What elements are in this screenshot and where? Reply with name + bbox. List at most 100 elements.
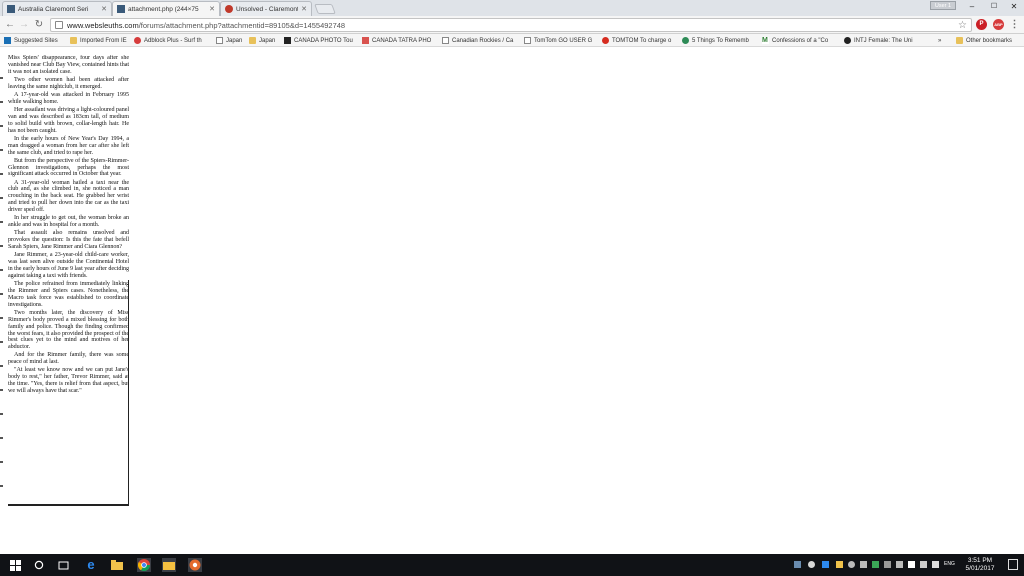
bookmark-label: Suggested Sites bbox=[14, 37, 58, 44]
scan-edge-marks bbox=[0, 55, 5, 506]
tab-title: Australia Claremont Seri bbox=[18, 5, 89, 13]
bookmark-label: Adblock Plus - Surf th bbox=[144, 37, 202, 44]
bookmarks-overflow-chevron-icon[interactable]: » bbox=[938, 36, 948, 45]
bookmark-label: CANADA PHOTO Tou bbox=[294, 37, 353, 44]
page-info-icon[interactable] bbox=[55, 21, 63, 29]
onedrive-icon[interactable] bbox=[860, 561, 867, 568]
bookmark-label: Imported From IE bbox=[80, 37, 127, 44]
bookmark-label: Japan bbox=[226, 37, 243, 44]
url-host: www.websleuths.com bbox=[67, 20, 139, 30]
menu-icon[interactable]: ⋮ bbox=[1009, 19, 1020, 30]
folder-icon bbox=[956, 37, 963, 44]
tray-app-icon[interactable] bbox=[908, 561, 915, 568]
bookmark-tomtom-to-charge[interactable]: TOMTOM To charge o bbox=[602, 36, 678, 45]
bookmark-japan-folder[interactable]: Japan bbox=[249, 36, 281, 45]
close-tab-icon[interactable]: ✕ bbox=[209, 5, 215, 13]
volume-icon[interactable] bbox=[932, 561, 939, 568]
folder-icon bbox=[249, 37, 256, 44]
tab-australia-claremont[interactable]: Australia Claremont Seri ✕ bbox=[2, 1, 112, 16]
browser-toolbar: ← → ↻ www.websleuths.com /forums/attachm… bbox=[0, 16, 1024, 34]
medium-m-icon: M bbox=[762, 37, 769, 44]
folder-app-icon[interactable] bbox=[162, 558, 176, 572]
close-tab-icon[interactable]: ✕ bbox=[301, 5, 307, 13]
tray-app-icon[interactable] bbox=[794, 561, 801, 568]
edge-browser-icon[interactable]: e bbox=[84, 558, 98, 572]
address-bar[interactable]: www.websleuths.com /forums/attachment.ph… bbox=[50, 18, 972, 32]
tomtom-icon bbox=[602, 37, 609, 44]
other-bookmarks-folder[interactable]: Other bookmarks bbox=[956, 36, 1022, 45]
new-tab-button[interactable] bbox=[314, 4, 336, 14]
task-view-icon[interactable] bbox=[56, 558, 70, 572]
system-clock[interactable]: 3:51 PM 5/01/2017 bbox=[958, 557, 1002, 573]
adblock-icon[interactable]: ABP bbox=[993, 19, 1004, 30]
clock-time: 3:51 PM bbox=[967, 557, 993, 564]
taskbar: e ENG 3:51 PM 5/01/2017 bbox=[0, 554, 1024, 576]
title-bar: Australia Claremont Seri ✕ attachment.ph… bbox=[0, 0, 1024, 16]
bookmark-label: TOMTOM To charge o bbox=[612, 37, 672, 44]
article-paragraph: Miss Spiers' disappearance, four days af… bbox=[8, 55, 129, 75]
tray-app-icon[interactable] bbox=[822, 561, 829, 568]
tray-app-icon[interactable] bbox=[884, 561, 891, 568]
bookmark-suggested-sites[interactable]: Suggested Sites bbox=[4, 36, 68, 45]
bookmark-canada-photo-tour[interactable]: CANADA PHOTO Tou bbox=[284, 36, 358, 45]
article-paragraph: Two months later, the discovery of Miss … bbox=[8, 309, 129, 351]
pinterest-icon[interactable]: P bbox=[976, 19, 987, 30]
bookmark-5-things-to-remember[interactable]: 5 Things To Rememb bbox=[682, 36, 758, 45]
tab-attachment[interactable]: attachment.php (244×75 ✕ bbox=[112, 1, 220, 16]
bookmark-label: Confessions of a "Co bbox=[772, 37, 829, 44]
bookmark-adblock-plus[interactable]: Adblock Plus - Surf th bbox=[134, 36, 214, 45]
chrome-icon[interactable] bbox=[137, 558, 151, 572]
bookmark-canada-tatra-photo[interactable]: CANADA TATRA PHO bbox=[362, 36, 438, 45]
bookmark-star-icon[interactable]: ☆ bbox=[958, 20, 967, 31]
intj-icon bbox=[844, 37, 851, 44]
bookmark-tomtom-go-user-guide[interactable]: TomTom GO USER G bbox=[524, 36, 598, 45]
websleuths-favicon-icon bbox=[7, 5, 15, 13]
search-icon[interactable] bbox=[32, 558, 46, 572]
page-icon bbox=[216, 37, 223, 44]
tatra-icon bbox=[362, 37, 369, 44]
file-explorer-icon[interactable] bbox=[110, 558, 124, 572]
forward-button[interactable]: → bbox=[18, 19, 30, 31]
close-window-button[interactable]: ✕ bbox=[1002, 0, 1024, 14]
tray-app-icon[interactable] bbox=[836, 561, 843, 568]
tab-title: attachment.php (244×75 bbox=[128, 5, 199, 13]
back-button[interactable]: ← bbox=[4, 19, 16, 31]
article-paragraph: But from the perspective of the Spiers-R… bbox=[8, 157, 129, 178]
article-paragraph: A 17-year-old was attacked in February 1… bbox=[8, 91, 129, 105]
article-paragraph: That assault also remains unsolved and p… bbox=[8, 230, 129, 251]
page-icon bbox=[442, 37, 449, 44]
minimize-button[interactable]: – bbox=[960, 0, 984, 14]
folder-icon bbox=[70, 37, 77, 44]
media-app-icon[interactable] bbox=[188, 558, 202, 572]
bookmark-intj-female[interactable]: INTJ Female: The Uni bbox=[844, 36, 918, 45]
bookmarks-bar: Suggested Sites Imported From IE Adblock… bbox=[0, 34, 1024, 47]
bookmark-label: Canadian Rockies / Ca bbox=[452, 37, 514, 44]
language-indicator[interactable]: ENG bbox=[944, 561, 955, 568]
bookmark-label: 5 Things To Rememb bbox=[692, 37, 749, 44]
bookmark-confessions[interactable]: M Confessions of a "Co bbox=[762, 36, 840, 45]
tab-unsolved-claremont[interactable]: Unsolved - Claremont Se ✕ bbox=[220, 1, 312, 16]
article-paragraph: In her struggle to get out, the woman br… bbox=[8, 215, 129, 229]
article-paragraph: And for the Rimmer family, there was som… bbox=[8, 352, 129, 366]
reload-button[interactable]: ↻ bbox=[33, 19, 45, 31]
bookmark-japan-page[interactable]: Japan bbox=[216, 36, 246, 45]
tray-app-icon[interactable] bbox=[872, 561, 879, 568]
unsolved-favicon-icon bbox=[225, 5, 233, 13]
adblock-icon bbox=[134, 37, 141, 44]
bookmark-imported-from-ie[interactable]: Imported From IE bbox=[70, 36, 132, 45]
column-rule-vertical bbox=[128, 280, 129, 506]
action-center-icon[interactable] bbox=[1008, 559, 1018, 570]
close-tab-icon[interactable]: ✕ bbox=[101, 5, 107, 13]
user-profile-button[interactable]: User 1 bbox=[930, 1, 956, 10]
article-column: Miss Spiers' disappearance, four days af… bbox=[8, 55, 129, 396]
battery-icon[interactable] bbox=[896, 561, 903, 568]
page-icon bbox=[524, 37, 531, 44]
clock-date: 5/01/2017 bbox=[965, 565, 995, 572]
bookmark-canadian-rockies[interactable]: Canadian Rockies / Ca bbox=[442, 36, 520, 45]
windows-start-icon[interactable] bbox=[8, 558, 22, 572]
article-paragraph: Two other women had been attacked after … bbox=[8, 76, 129, 90]
tray-app-icon[interactable] bbox=[808, 561, 815, 568]
tray-app-icon[interactable] bbox=[848, 561, 855, 568]
network-icon[interactable] bbox=[920, 561, 927, 568]
suggested-sites-icon bbox=[4, 37, 11, 44]
